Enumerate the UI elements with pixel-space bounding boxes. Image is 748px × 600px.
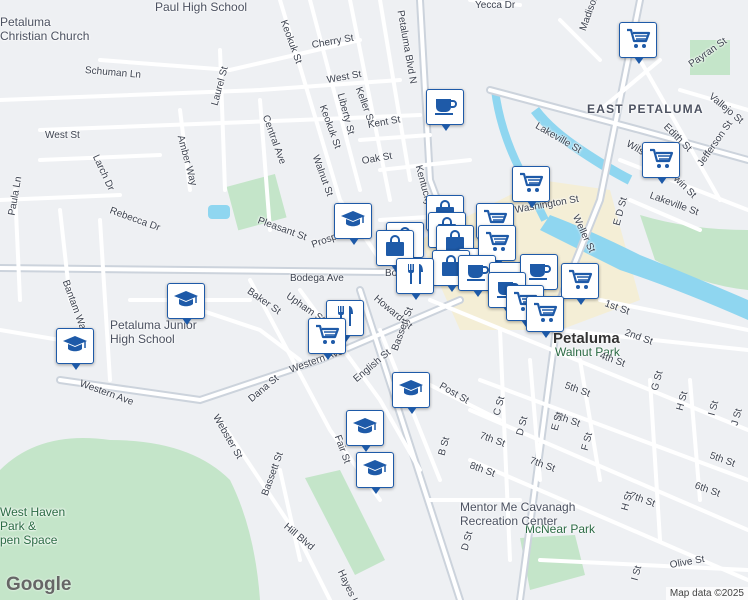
map-marker-school[interactable] <box>392 372 430 414</box>
google-logo: Google <box>6 574 72 595</box>
shopping-cart-icon <box>314 322 340 351</box>
map-canvas[interactable]: EAST PETALUMA Petaluma Walnut Park McNear P… <box>0 0 748 600</box>
street-label: West St <box>45 130 80 141</box>
graduation-cap-icon <box>173 287 199 316</box>
map-marker-grocery[interactable] <box>308 318 346 360</box>
map-marker-grocery[interactable] <box>642 142 680 184</box>
graduation-cap-icon <box>352 414 378 443</box>
map-marker-grocery[interactable] <box>526 296 564 338</box>
map-attribution[interactable]: Map data ©2025 <box>665 587 748 600</box>
map-marker-grocery[interactable] <box>561 263 599 305</box>
map-marker-cafe[interactable] <box>426 89 464 131</box>
map-marker-grocery[interactable] <box>512 166 550 208</box>
coffee-cup-icon <box>432 93 458 122</box>
shopping-cart-icon <box>625 26 651 55</box>
graduation-cap-icon <box>62 332 88 361</box>
street-label: Bodega Ave <box>290 273 344 284</box>
map-marker-school[interactable] <box>346 410 384 452</box>
map-marker-restaurant[interactable] <box>396 258 434 300</box>
shopping-cart-icon <box>648 146 674 175</box>
map-marker-school[interactable] <box>334 203 372 245</box>
shopping-cart-icon <box>532 300 558 329</box>
map-marker-school[interactable] <box>167 283 205 325</box>
graduation-cap-icon <box>398 376 424 405</box>
area-label: Mentor Me Cavanagh Recreation Center <box>460 500 576 528</box>
area-label: West Haven Park & pen Space <box>0 505 66 547</box>
street-label: Yecca Dr <box>475 0 516 11</box>
shopping-cart-icon <box>567 267 593 296</box>
fork-knife-icon <box>402 262 428 291</box>
area-label: Paul High School <box>155 0 248 14</box>
map-marker-school[interactable] <box>356 452 394 494</box>
area-label: Petaluma Christian Church <box>0 15 90 43</box>
coffee-cup-icon <box>464 259 490 288</box>
shopping-cart-icon <box>518 170 544 199</box>
coffee-cup-icon <box>526 258 552 287</box>
graduation-cap-icon <box>362 456 388 485</box>
map-marker-school[interactable] <box>56 328 94 370</box>
map-marker-grocery[interactable] <box>619 22 657 64</box>
graduation-cap-icon <box>340 207 366 236</box>
shopping-cart-icon <box>484 229 510 258</box>
area-label: EAST PETALUMA <box>587 102 704 116</box>
